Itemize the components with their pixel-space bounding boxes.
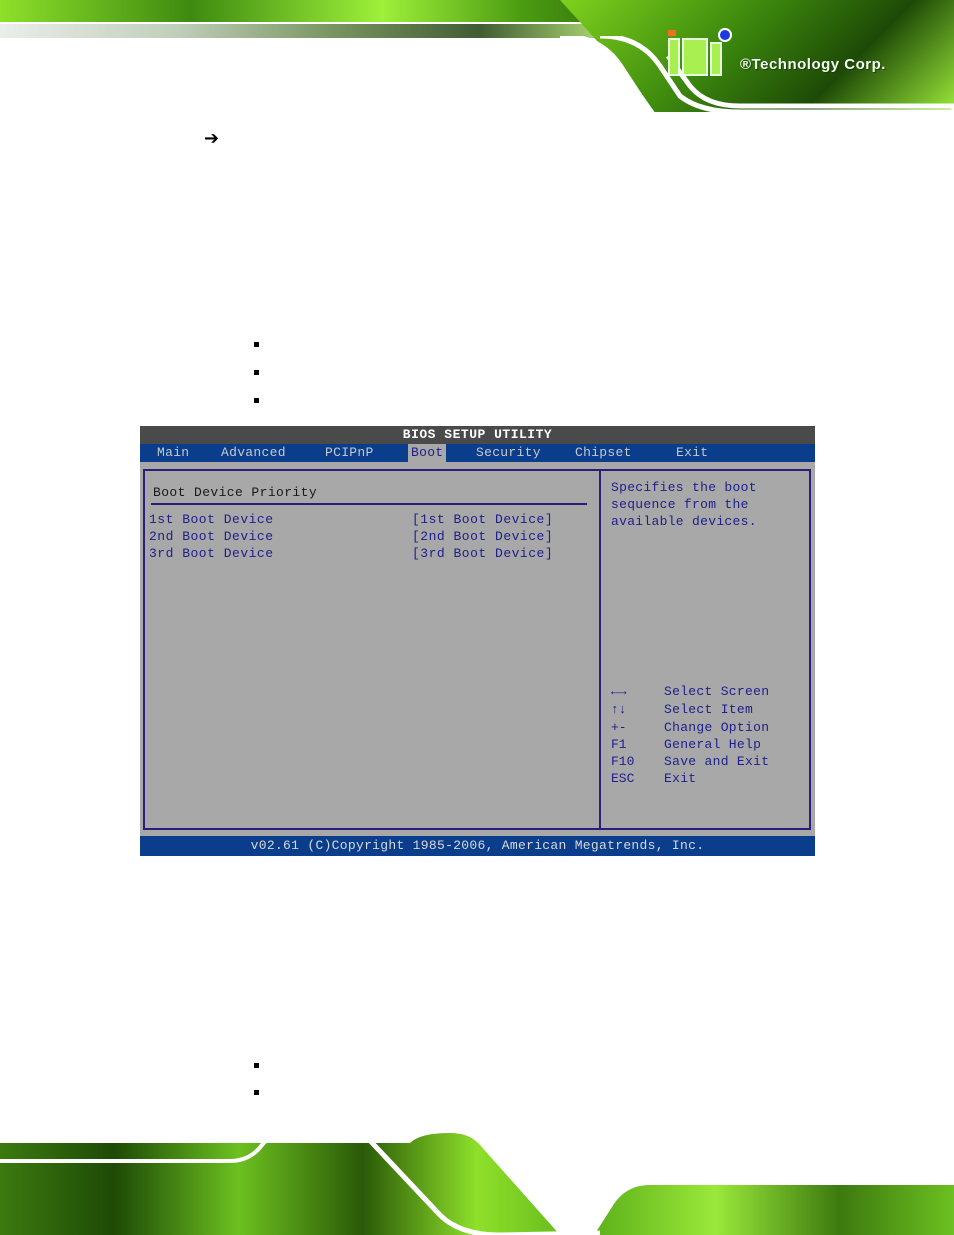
- help-panel: Specifies the boot sequence from the ava…: [599, 469, 811, 830]
- header-banner: ®Technology Corp.: [0, 0, 954, 112]
- tab-chipset[interactable]: Chipset: [572, 444, 635, 462]
- key-desc-save-exit: Save and Exit: [664, 754, 770, 769]
- settings-panel: Boot Device Priority 1st Boot Device [1s…: [143, 469, 601, 830]
- footer-curve-graphic: [0, 1125, 954, 1235]
- bullet-icon: [254, 398, 259, 403]
- tab-security[interactable]: Security: [473, 444, 544, 462]
- boot-device-1-value[interactable]: [1st Boot Device]: [412, 512, 553, 527]
- key-f1: F1: [611, 737, 627, 752]
- key-desc-change-option: Change Option: [664, 720, 770, 735]
- header-curve-graphic: [0, 36, 954, 112]
- boot-device-1-label[interactable]: 1st Boot Device: [149, 512, 274, 527]
- key-left-right: ←→: [611, 684, 627, 699]
- key-f10: F10: [611, 754, 635, 769]
- bios-setup-screen: BIOS SETUP UTILITY Main Advanced PCIPnP …: [140, 426, 815, 856]
- section-divider: [151, 503, 587, 505]
- arrow-icon: ➔: [204, 128, 220, 149]
- tab-boot[interactable]: Boot: [408, 444, 447, 462]
- help-text: Specifies the boot sequence from the ava…: [611, 480, 757, 529]
- key-desc-general-help: General Help: [664, 737, 762, 752]
- logo-text: ®Technology Corp.: [740, 56, 886, 73]
- tab-main[interactable]: Main: [154, 444, 192, 462]
- bullet-icon: [254, 1090, 259, 1095]
- tab-advanced[interactable]: Advanced: [218, 444, 289, 462]
- bios-copyright-footer: v02.61 (C)Copyright 1985-2006, American …: [140, 836, 815, 856]
- bullet-icon: [254, 370, 259, 375]
- footer-banner: [0, 1125, 954, 1235]
- key-desc-select-item: Select Item: [664, 702, 754, 717]
- key-plus-minus: +-: [611, 720, 627, 735]
- iei-logo: [668, 28, 732, 76]
- tab-exit[interactable]: Exit: [673, 444, 711, 462]
- bullet-icon: [254, 1063, 259, 1068]
- tab-pcipnp[interactable]: PCIPnP: [322, 444, 377, 462]
- boot-device-2-label[interactable]: 2nd Boot Device: [149, 529, 274, 544]
- bullet-icon: [254, 342, 259, 347]
- bios-title-bar: BIOS SETUP UTILITY: [140, 426, 815, 444]
- boot-device-2-value[interactable]: [2nd Boot Device]: [412, 529, 553, 544]
- key-desc-exit: Exit: [664, 771, 697, 786]
- section-title: Boot Device Priority: [153, 485, 318, 500]
- boot-device-3-value[interactable]: [3rd Boot Device]: [412, 546, 553, 561]
- boot-device-3-label[interactable]: 3rd Boot Device: [149, 546, 274, 561]
- key-up-down: ↑↓: [611, 702, 627, 717]
- key-desc-select-screen: Select Screen: [664, 684, 770, 699]
- key-esc: ESC: [611, 771, 635, 786]
- bios-menu-bar: Main Advanced PCIPnP Boot Security Chips…: [140, 444, 815, 462]
